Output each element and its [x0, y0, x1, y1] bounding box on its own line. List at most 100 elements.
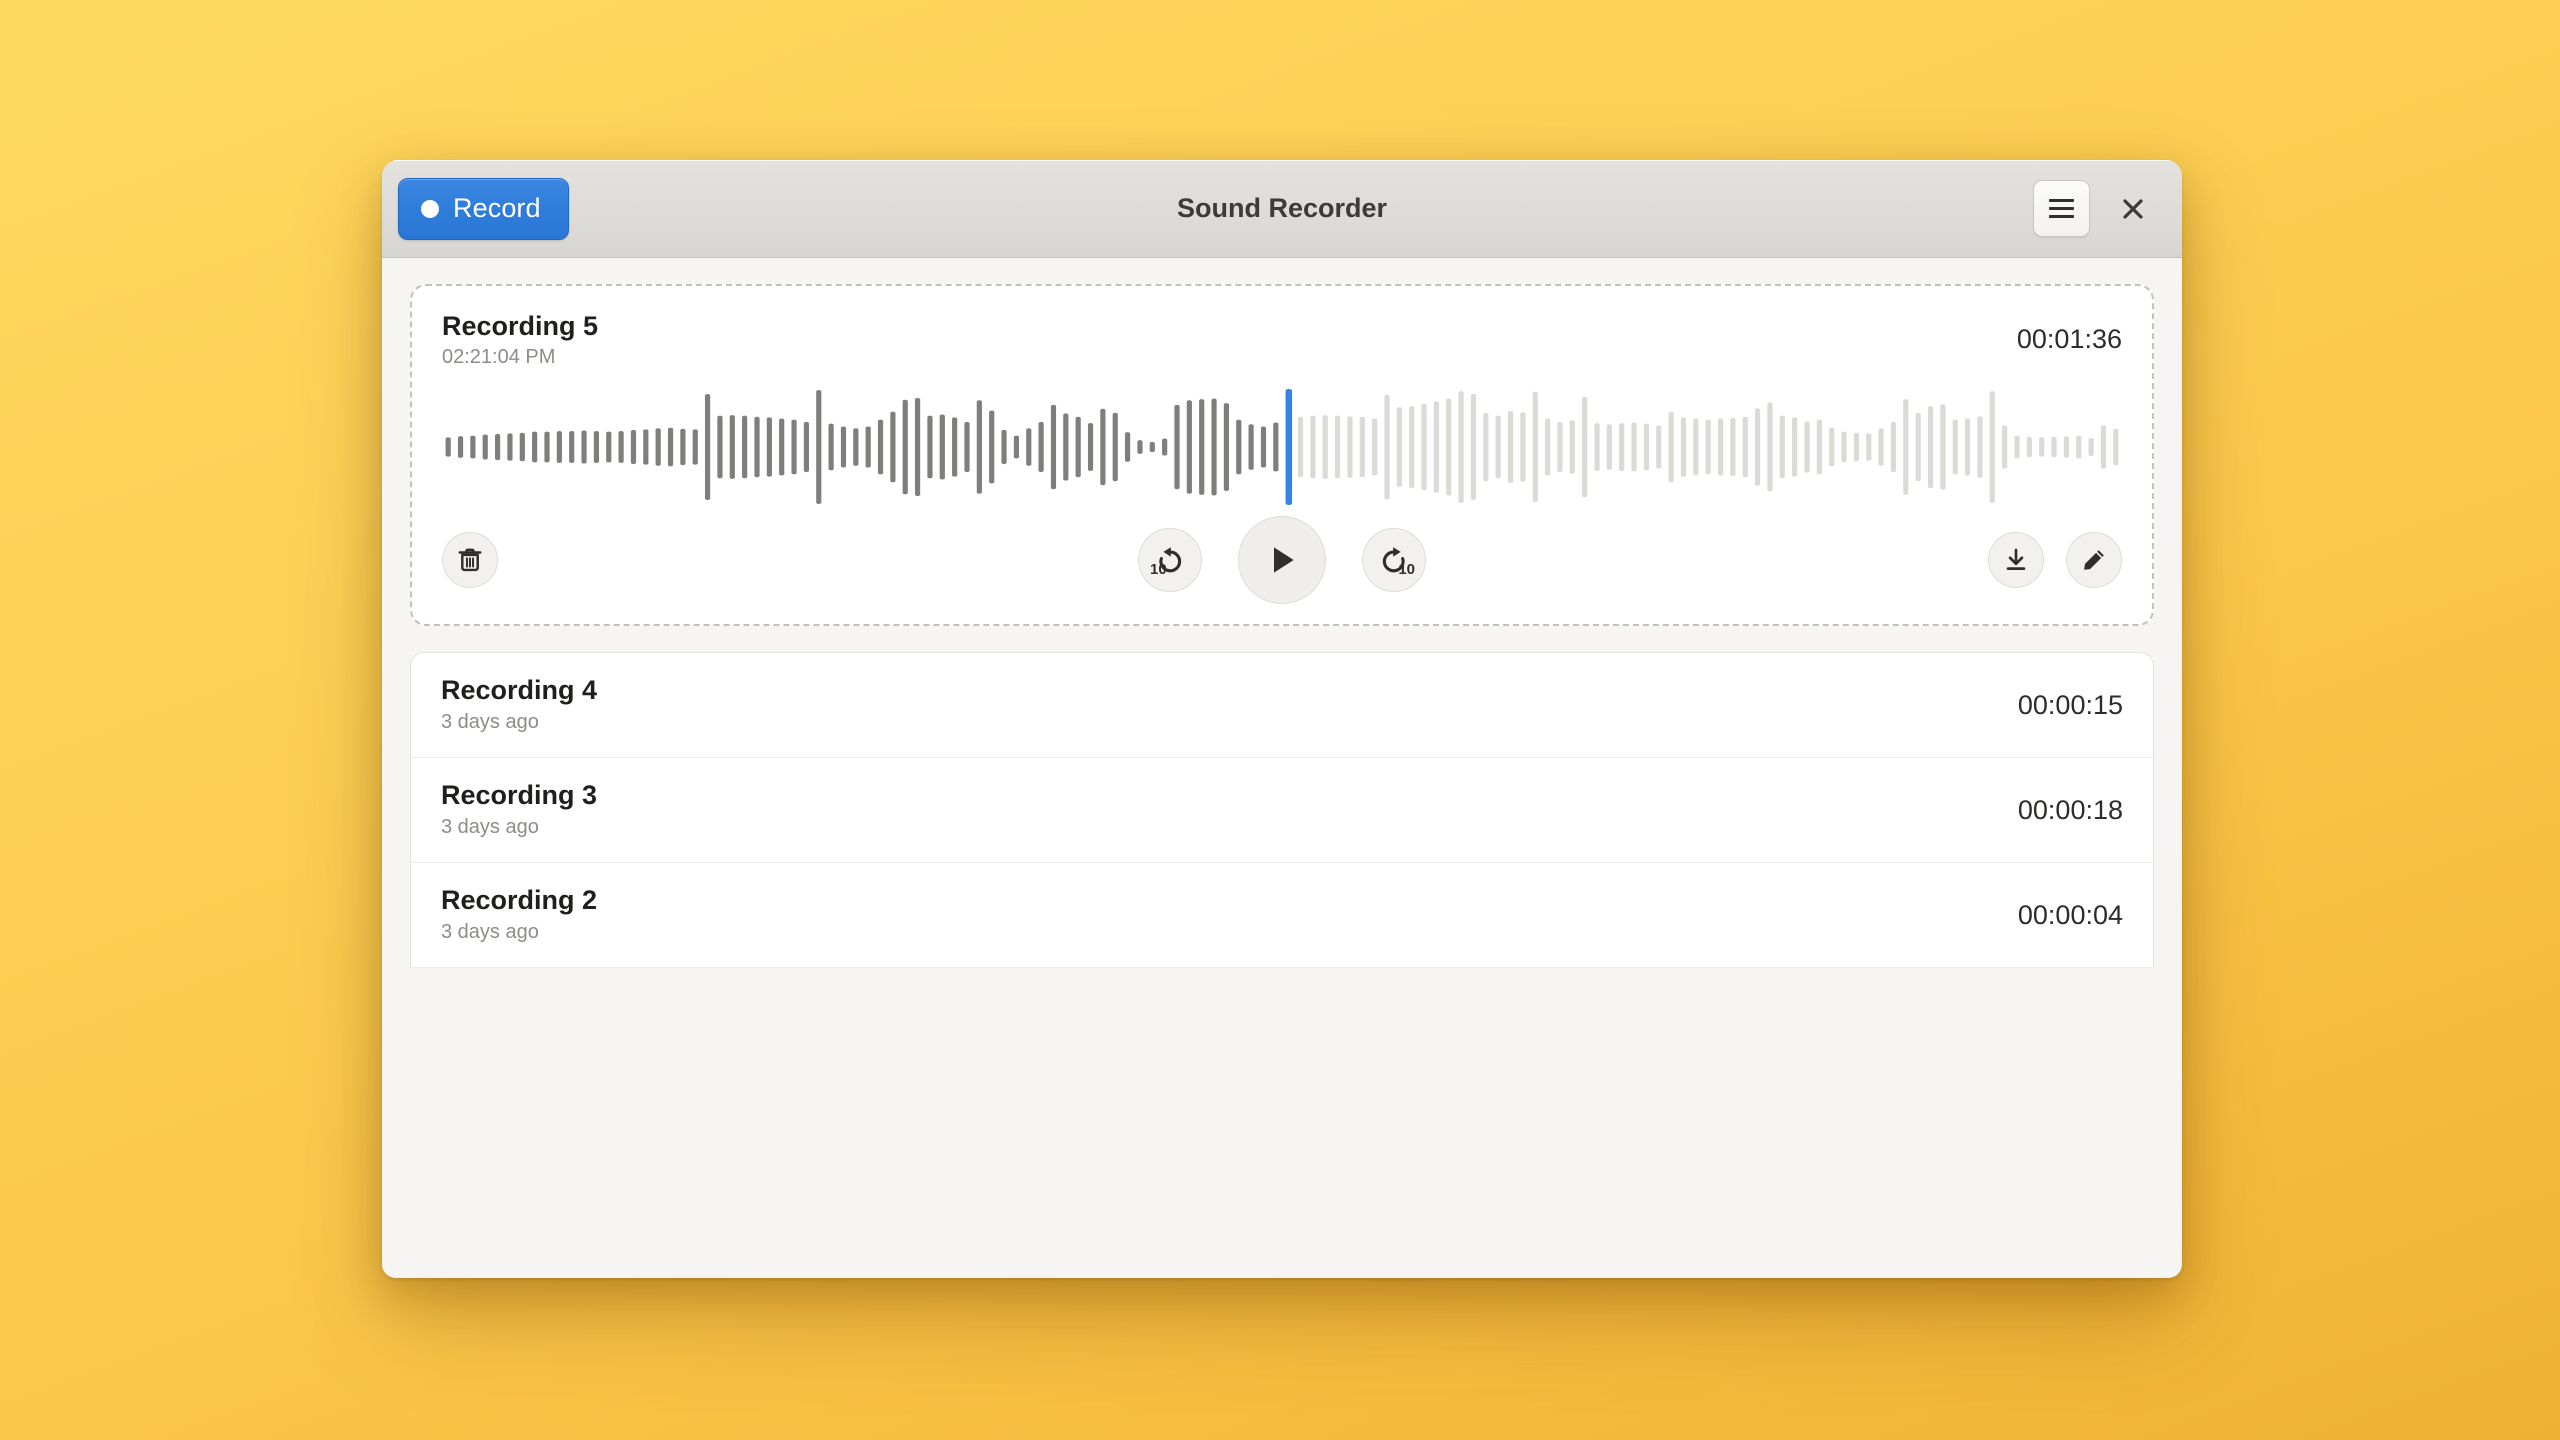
waveform-bar [840, 426, 847, 468]
waveform-bar [1372, 418, 1378, 476]
waveform-bar [1816, 419, 1822, 475]
waveform-bar [742, 415, 748, 479]
download-icon [2006, 548, 2026, 570]
waveform-playhead[interactable] [1285, 389, 1293, 506]
list-item[interactable]: Recording 3 3 days ago 00:00:18 [411, 758, 2153, 863]
waveform-bar [2100, 425, 2107, 470]
waveform-bar [1347, 416, 1353, 479]
waveform-bar [1396, 407, 1402, 488]
waveform-bar [1100, 409, 1106, 486]
waveform-bar [1680, 417, 1687, 477]
waveform-bar [1001, 430, 1007, 465]
waveform-bar [1112, 413, 1118, 482]
play-button[interactable] [1238, 516, 1326, 604]
waveform-bar [2002, 425, 2008, 470]
waveform-bar [1124, 432, 1131, 463]
waveform-bar [853, 428, 859, 467]
waveform-bar [791, 419, 797, 475]
waveform-bar [1804, 421, 1810, 473]
waveform-bar [1594, 423, 1600, 472]
waveform-bar [1742, 417, 1748, 478]
waveform-bar [1199, 399, 1205, 496]
waveform-bar [1458, 391, 1464, 504]
menu-line [2049, 199, 2074, 202]
waveform-bar [544, 431, 550, 463]
waveform-bar [890, 412, 896, 483]
waveform-bar [902, 400, 908, 495]
waveform-bar [1322, 415, 1328, 480]
waveform-bar [1087, 423, 1094, 472]
waveform-bar [1964, 418, 1971, 476]
waveform-bar [1013, 435, 1020, 459]
list-item[interactable]: Recording 4 3 days ago 00:00:15 [411, 653, 2153, 758]
waveform-bar [2063, 436, 2070, 459]
waveform-bar [606, 431, 612, 463]
waveform-bar [680, 429, 686, 466]
waveform-bar [1841, 431, 1847, 463]
waveform-bar [1248, 424, 1254, 471]
waveform-bar [1211, 398, 1217, 496]
waveform-bar [1038, 422, 1044, 473]
waveform-bar [964, 422, 970, 473]
waveform-bar [1409, 406, 1415, 489]
waveform-bar [989, 410, 995, 484]
menu-line [2049, 215, 2074, 218]
waveform-bar [1495, 415, 1501, 479]
waveform-bar [1915, 413, 1921, 482]
waveform-bar [1483, 413, 1489, 482]
recording-timestamp: 02:21:04 PM [442, 346, 556, 369]
trash-icon [458, 548, 482, 572]
export-recording-button[interactable] [1988, 532, 2044, 588]
waveform-bar [2026, 437, 2032, 458]
record-dot-icon [421, 199, 439, 218]
waveform-bar [494, 434, 501, 461]
list-item[interactable]: Recording 2 3 days ago 00:00:04 [411, 863, 2153, 968]
rename-recording-button[interactable] [2066, 532, 2122, 588]
hamburger-menu-icon[interactable] [2033, 180, 2090, 237]
waveform-bar [1310, 415, 1316, 479]
waveform-bar [482, 434, 488, 460]
waveform-bar [1137, 440, 1143, 455]
waveform-bar [1927, 406, 1934, 489]
waveform-bar [1693, 418, 1699, 476]
menu-line [2049, 207, 2074, 210]
waveform-seekbar[interactable] [442, 387, 2122, 507]
recording-subtitle: 3 days ago [441, 920, 539, 943]
recording-name: Recording 3 [441, 780, 598, 811]
waveform-bar [1569, 420, 1575, 475]
delete-recording-button[interactable] [442, 532, 498, 588]
recording-duration: 00:00:18 [2017, 794, 2123, 825]
waveform-bar [1619, 423, 1625, 472]
waveform-bar [2088, 438, 2094, 457]
recordings-list: Recording 4 3 days ago 00:00:15 Recording 3… [410, 652, 2154, 968]
recording-name: Recording 2 [441, 885, 598, 916]
waveform-bar [457, 436, 464, 459]
waveform-bar [1557, 422, 1563, 473]
waveform-bar [766, 417, 772, 477]
close-icon[interactable] [2106, 182, 2160, 236]
seek-forward-10-button[interactable]: 10 [1362, 528, 1426, 592]
waveform-bar [1582, 397, 1588, 498]
waveform-bar [692, 429, 698, 466]
waveform-bar [1705, 419, 1711, 475]
waveform-bar [1779, 415, 1785, 479]
recording-duration: 00:00:04 [2017, 899, 2123, 930]
waveform-bar [816, 390, 822, 505]
waveform-bar [1026, 428, 1032, 467]
playback-controls: 10 10 [442, 516, 2122, 604]
list-item-metadata: Recording 3 3 days ago [441, 781, 597, 838]
waveform-bar [1668, 412, 1674, 483]
seek-backward-10-button[interactable]: 10 [1138, 528, 1202, 592]
waveform-bar [1829, 427, 1835, 467]
waveform-bar [779, 418, 785, 476]
waveform-bar [1544, 418, 1551, 476]
waveform-bar [1446, 398, 1452, 496]
waveform-bar [1384, 394, 1390, 500]
player-card-header: Recording 5 02:21:04 PM 00:01:36 [442, 312, 2122, 369]
record-button[interactable]: Record [398, 177, 569, 240]
expanded-recording-card[interactable]: Recording 5 02:21:04 PM 00:01:36 10 10 [410, 284, 2154, 626]
recording-duration: 00:01:36 [2016, 324, 2122, 354]
waveform-bar [1977, 416, 1983, 479]
waveform-bar [581, 430, 587, 464]
waveform-bar [2051, 437, 2057, 458]
